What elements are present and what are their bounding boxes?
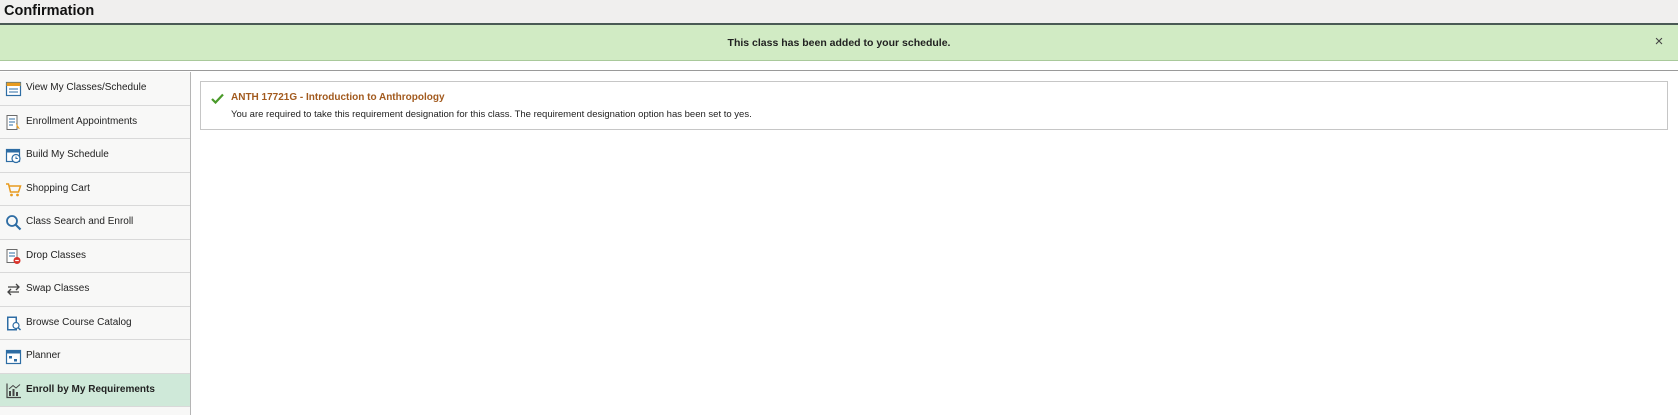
page-title: Confirmation	[4, 3, 95, 19]
title-bar: Confirmation	[0, 0, 1678, 25]
content-divider	[0, 61, 1678, 71]
planner-icon	[5, 349, 22, 365]
checkmark-icon	[211, 93, 224, 104]
chart-icon	[6, 383, 21, 398]
class-title: ANTH 17721G - Introduction to Anthropolo…	[231, 92, 445, 103]
schedule-clock-icon	[5, 148, 21, 164]
sidebar-item-view-my-classes[interactable]: View My Classes/Schedule	[0, 72, 190, 106]
search-icon	[6, 215, 22, 231]
sidebar-item-swap-classes[interactable]: Swap Classes	[0, 273, 190, 307]
sidebar-item-label: Browse Course Catalog	[26, 316, 132, 328]
sidebar-item-label: Enrollment Appointments	[26, 115, 138, 127]
shopping-cart-icon	[6, 182, 22, 196]
sidebar-item-label: Enroll by My Requirements	[26, 383, 155, 395]
result-message: You are required to take this requiremen…	[231, 109, 752, 120]
sidebar-item-shopping-cart[interactable]: Shopping Cart	[0, 173, 190, 206]
sidebar-item-label: Planner	[26, 350, 61, 361]
sidebar-item-enrollment-appointments[interactable]: Enrollment Appointments	[0, 106, 190, 139]
sidebar-item-planner[interactable]: Planner	[0, 340, 190, 374]
sidebar-item-enroll-by-requirements[interactable]: Enroll by My Requirements	[0, 373, 190, 407]
sidebar-item-drop-classes[interactable]: Drop Classes	[0, 240, 190, 273]
sidebar-item-label: View My Classes/Schedule	[26, 82, 147, 93]
catalog-icon	[7, 316, 22, 331]
sidebar-item-label: Build My Schedule	[26, 149, 109, 160]
sidebar-item-build-my-schedule[interactable]: Build My Schedule	[0, 139, 190, 173]
banner-message: This class has been added to your schedu…	[727, 37, 951, 49]
sidebar-item-label: Shopping Cart	[26, 182, 90, 194]
close-icon[interactable]: ×	[1650, 33, 1668, 51]
enrollment-result-card: ANTH 17721G - Introduction to Anthropolo…	[200, 81, 1668, 130]
sidebar-item-class-search[interactable]: Class Search and Enroll	[0, 206, 190, 240]
sidebar-item-label: Drop Classes	[26, 249, 87, 261]
drop-classes-icon	[6, 248, 21, 264]
calendar-icon	[5, 81, 22, 97]
sidebar-item-label: Class Search and Enroll	[26, 216, 134, 227]
sidebar-item-browse-catalog[interactable]: Browse Course Catalog	[0, 307, 190, 340]
swap-icon	[7, 283, 20, 296]
sidebar-item-label: Swap Classes	[26, 283, 90, 294]
sidebar: View My Classes/Schedule Enrollment Appo…	[0, 72, 191, 415]
confirmation-banner: This class has been added to your schedu…	[0, 25, 1678, 61]
appointment-icon	[6, 114, 20, 130]
